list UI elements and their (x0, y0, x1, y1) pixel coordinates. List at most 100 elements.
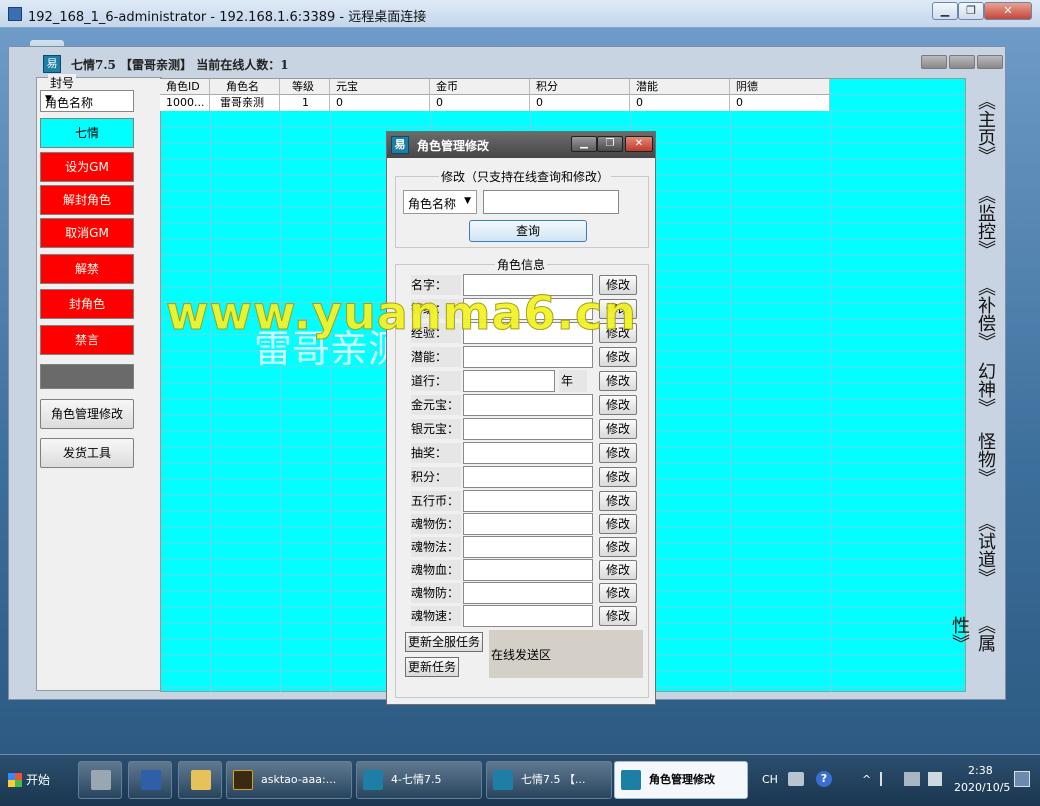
app-maximize-button[interactable] (949, 55, 975, 69)
query-type-select[interactable]: 角色名称 ▼ (403, 190, 477, 214)
field-input[interactable] (463, 605, 593, 627)
edit-button[interactable]: 修改 (599, 560, 637, 580)
server-manager-icon (91, 770, 111, 790)
field-input[interactable] (463, 442, 593, 464)
nav-attributes[interactable]: 《属性》 (949, 606, 998, 662)
taskbar-powershell[interactable] (128, 761, 172, 799)
empty-gray-button[interactable] (40, 364, 134, 389)
role-manage-button[interactable]: 角色管理修改 (40, 399, 134, 429)
taskbar-server-manager[interactable] (78, 761, 122, 799)
volume-muted-icon[interactable] (928, 772, 942, 786)
nav-monitor[interactable]: 《监控》 (975, 186, 998, 258)
unban-role-button[interactable]: 解封角色 (40, 185, 134, 215)
query-button[interactable]: 查询 (469, 220, 587, 242)
qiqing-button[interactable]: 七情 (40, 118, 134, 148)
col-yinde[interactable]: 阴德 (730, 79, 830, 95)
edit-button[interactable]: 修改 (599, 606, 637, 626)
taskbar-item-label: 4-七情7.5 (391, 773, 442, 786)
chevron-down-icon: ▼ (464, 196, 471, 206)
app-close-button[interactable] (977, 55, 1003, 69)
field-input[interactable] (463, 370, 555, 392)
network-icon[interactable] (904, 772, 920, 786)
edit-button[interactable]: 修改 (599, 467, 637, 487)
cell-role-name: 雷哥亲测 (210, 95, 280, 111)
col-points[interactable]: 积分 (530, 79, 630, 95)
app-logo-icon: 易 (391, 136, 409, 154)
edit-button[interactable]: 修改 (599, 443, 637, 463)
unmute-button[interactable]: 解禁 (40, 254, 134, 284)
taskbar-explorer[interactable] (178, 761, 222, 799)
col-level[interactable]: 等级 (280, 79, 330, 95)
windows-logo-icon (8, 773, 22, 787)
taskbar-qiqing-4[interactable]: 4-七情7.5 (356, 761, 482, 799)
online-send-area[interactable]: 在线发送区 (489, 630, 643, 678)
field-input[interactable] (463, 536, 593, 558)
field-input[interactable] (463, 394, 593, 416)
field-input[interactable] (463, 513, 593, 535)
field-input[interactable] (463, 418, 593, 440)
chevron-down-icon: ▼ (45, 94, 52, 104)
keyboard-icon[interactable] (788, 772, 804, 786)
rdp-title-bar: 192_168_1_6-administrator - 192.168.1.6:… (0, 0, 1040, 28)
dialog-close-button[interactable]: ✕ (625, 136, 653, 152)
edit-button[interactable]: 修改 (599, 419, 637, 439)
field-label: 金元宝： (411, 395, 461, 415)
app-icon (493, 770, 513, 790)
nav-huanshen[interactable]: 幻神》 (975, 362, 998, 416)
field-input[interactable] (463, 582, 593, 604)
rdp-restore-button[interactable]: ❐ (958, 2, 984, 20)
nav-compensate[interactable]: 《补偿》 (975, 278, 998, 350)
role-type-select[interactable]: 角色名称 ▼ (40, 90, 134, 112)
ship-tool-button[interactable]: 发货工具 (40, 438, 134, 468)
taskbar-role-manage[interactable]: 角色管理修改 (614, 761, 748, 799)
edit-button[interactable]: 修改 (599, 583, 637, 603)
update-task-button[interactable]: 更新任务 (405, 657, 459, 677)
field-input[interactable] (463, 559, 593, 581)
clock-date[interactable]: 2020/10/5 (954, 781, 1010, 794)
chevron-up-icon[interactable]: ^ (862, 773, 871, 786)
ban-role-button[interactable]: 封角色 (40, 289, 134, 319)
rdp-minimize-button[interactable]: ▁ (932, 2, 958, 20)
language-indicator[interactable]: CH (762, 773, 778, 786)
col-role-name[interactable]: 角色名 (210, 79, 280, 95)
set-gm-button[interactable]: 设为GM (40, 152, 134, 182)
role-name-input[interactable] (483, 190, 619, 214)
field-input[interactable] (463, 466, 593, 488)
edit-button[interactable]: 修改 (599, 347, 637, 367)
field-input[interactable] (463, 490, 593, 512)
app-title: 七情7.5 【雷哥亲测】 当前在线人数：1 (71, 58, 289, 72)
edit-button[interactable]: 修改 (599, 537, 637, 557)
start-button[interactable]: 开始 (6, 764, 56, 796)
dialog-maximize-button[interactable]: ❐ (597, 136, 623, 152)
col-gold[interactable]: 金币 (430, 79, 530, 95)
field-input[interactable] (463, 346, 593, 368)
taskbar-asktao[interactable]: asktao-aaa:... (226, 761, 352, 799)
edit-button[interactable]: 修改 (599, 395, 637, 415)
dialog-title: 角色管理修改 (417, 139, 490, 153)
edit-button[interactable]: 修改 (599, 514, 637, 534)
col-yuanbao[interactable]: 元宝 (330, 79, 430, 95)
update-all-tasks-button[interactable]: 更新全服任务 (405, 632, 483, 652)
app-minimize-button[interactable] (921, 55, 947, 69)
field-label: 魂物速： (411, 606, 461, 626)
clock-time[interactable]: 2:38 (968, 764, 993, 777)
dialog-minimize-button[interactable]: ▁ (571, 136, 597, 152)
table-row[interactable]: 1000... 雷哥亲测 1 0 0 0 0 0 (160, 95, 830, 111)
taskbar-qiqing[interactable]: 七情7.5 【... (486, 761, 612, 799)
rdp-close-button[interactable]: ✕ (984, 2, 1032, 20)
edit-button[interactable]: 修改 (599, 491, 637, 511)
show-desktop-icon[interactable] (1014, 771, 1030, 787)
col-potential[interactable]: 潜能 (630, 79, 730, 95)
help-icon[interactable]: ? (816, 771, 832, 787)
nav-shidao[interactable]: 《试道》 (975, 514, 998, 586)
cell-yinde: 0 (730, 95, 830, 111)
mute-button[interactable]: 禁言 (40, 325, 134, 355)
cell-points: 0 (530, 95, 630, 111)
nav-home[interactable]: 《主页》 (975, 92, 998, 164)
send-area-label: 在线发送区 (491, 648, 552, 662)
flag-icon[interactable] (880, 772, 894, 786)
edit-button[interactable]: 修改 (599, 371, 637, 391)
col-role-id[interactable]: 角色ID (160, 79, 210, 95)
cancel-gm-button[interactable]: 取消GM (40, 218, 134, 248)
nav-monster[interactable]: 怪物》 (975, 432, 998, 486)
